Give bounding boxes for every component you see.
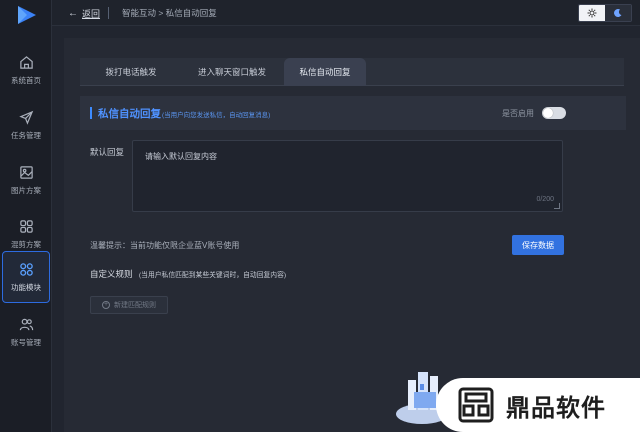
send-icon	[18, 110, 33, 125]
save-button[interactable]: 保存数据	[512, 235, 564, 255]
moon-icon	[614, 8, 622, 17]
users-icon	[19, 318, 33, 330]
tab-dm-auto-reply[interactable]: 私信自动回复	[284, 58, 366, 86]
section-title: 私信自动回复	[98, 108, 161, 120]
theme-switch[interactable]	[578, 4, 632, 22]
back-arrow-icon: ←	[68, 8, 78, 19]
app-logo-icon[interactable]	[14, 4, 38, 26]
default-reply-textarea[interactable]: 请输入默认回复内容 0/200	[132, 140, 563, 212]
light-theme-button[interactable]	[579, 5, 605, 21]
toggle-knob	[543, 108, 553, 118]
modules-icon	[19, 262, 33, 276]
grid-icon	[19, 219, 33, 233]
watermark-text: 鼎品软件	[506, 394, 606, 422]
brand-logo-icon	[458, 387, 494, 423]
sidebar-item-modules[interactable]: 功能模块	[2, 251, 50, 303]
enable-toggle[interactable]	[542, 107, 566, 119]
sidebar: 系统首页 任务管理 图片方案 混剪方案 功能模块 账号管理	[0, 0, 52, 432]
top-header: ← 返回 智能互动 > 私信自动回复	[52, 0, 640, 26]
image-icon	[19, 165, 33, 179]
section-header: 私信自动回复 (当用户向您发送私信，自动回复消息) 是否启用	[80, 96, 626, 130]
custom-rules-label: 自定义规则	[90, 269, 133, 279]
sidebar-item-accounts[interactable]: 账号管理	[0, 306, 52, 358]
header-divider	[108, 7, 109, 19]
sidebar-item-tasks[interactable]: 任务管理	[0, 99, 52, 151]
main-panel: 拨打电话触发 进入聊天窗口触发 私信自动回复 私信自动回复 (当用户向您发送私信…	[64, 38, 640, 432]
tip-text: 温馨提示：当前功能仅限企业蓝V账号使用	[90, 241, 240, 250]
back-button[interactable]: ← 返回	[68, 7, 100, 20]
watermark-badge: 鼎品软件	[436, 378, 640, 432]
add-rule-button[interactable]: + 新建匹配规则	[90, 296, 168, 314]
tab-call-trigger[interactable]: 拨打电话触发	[80, 58, 182, 86]
dark-theme-button[interactable]	[605, 5, 631, 21]
enable-label: 是否启用	[502, 109, 534, 118]
section-hint: (当用户向您发送私信，自动回复消息)	[162, 112, 271, 119]
sidebar-item-label: 账号管理	[11, 337, 41, 347]
sidebar-item-images[interactable]: 图片方案	[0, 154, 52, 206]
textarea-placeholder: 请输入默认回复内容	[145, 152, 217, 161]
sidebar-item-label: 图片方案	[11, 185, 41, 195]
sidebar-item-label: 功能模块	[11, 282, 41, 292]
breadcrumb: 智能互动 > 私信自动回复	[122, 8, 217, 18]
default-reply-label: 默认回复	[90, 147, 125, 157]
char-count: 0/200	[536, 196, 554, 203]
back-label: 返回	[82, 9, 101, 19]
tab-bar: 拨打电话触发 进入聊天窗口触发 私信自动回复	[80, 58, 624, 86]
tab-chat-window-trigger[interactable]: 进入聊天窗口触发	[182, 58, 282, 86]
sidebar-item-home[interactable]: 系统首页	[0, 44, 52, 96]
custom-rules-title: 自定义规则 (当用户私信匹配到某些关键词时，自动回复内容)	[90, 268, 286, 280]
sidebar-item-label: 任务管理	[11, 130, 41, 140]
plus-circle-icon: +	[102, 301, 110, 309]
sun-icon	[587, 8, 597, 18]
section-accent-bar	[90, 107, 92, 119]
home-icon	[19, 55, 33, 69]
sidebar-item-label: 系统首页	[11, 75, 41, 85]
custom-rules-hint: (当用户私信匹配到某些关键词时，自动回复内容)	[138, 272, 287, 279]
sidebar-item-label: 混剪方案	[11, 239, 41, 249]
resize-handle[interactable]	[554, 203, 560, 209]
add-rule-label: 新建匹配规则	[114, 302, 156, 309]
